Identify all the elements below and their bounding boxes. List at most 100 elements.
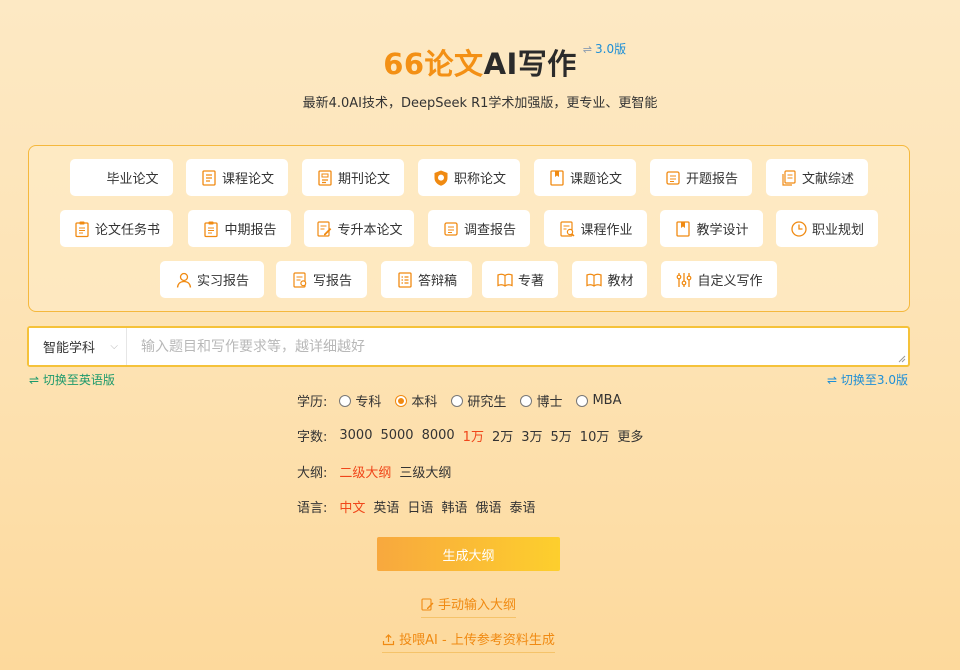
type-btn-upgrade-paper[interactable]: 专升本论文 [304,210,414,247]
list-document-icon [396,271,414,289]
upload-reference-link[interactable]: 投喂AI - 上传参考资料生成 [382,629,555,653]
type-btn-midterm-report[interactable]: 中期报告 [188,210,291,247]
word-count-option[interactable]: 2万 [492,426,513,445]
manual-outline-link-wrap: 手动输入大纲 [0,594,937,618]
type-btn-career-planning[interactable]: 职业规划 [776,210,878,247]
type-btn-course-paper[interactable]: 课程论文 [186,159,288,196]
language-option[interactable]: 泰语 [509,497,535,516]
type-btn-label: 答辩稿 [417,274,457,289]
book-icon [585,271,603,289]
radio-dot [451,394,464,407]
page-header: 66论文AI写作 ⇌ 3.0版 最新4.0AI技术，DeepSeek R1学术加强… [0,42,960,111]
title-wrap: 66论文AI写作 ⇌ 3.0版 [383,42,626,84]
type-btn-label: 课程论文 [221,172,274,187]
type-btn-custom-writing[interactable]: 自定义写作 [661,261,777,298]
type-btn-label: 开题报告 [685,172,738,187]
type-btn-label: 职业规划 [811,223,864,238]
brand-name: 66论文 [383,47,484,81]
radio-dot [520,394,533,407]
type-btn-label: 实习报告 [196,274,249,289]
word-count-option[interactable]: 8000 [422,428,455,443]
switch-icon: ⇌ [582,43,593,56]
word-count-option[interactable]: 3000 [339,428,372,443]
outline-row: 大纲: 二级大纲 三级大纲 [297,462,459,481]
word-count-row: 字数: 3000 5000 8000 1万 2万 3万 5万 10万 更多 [297,426,651,445]
resize-grip-icon[interactable] [898,355,906,363]
outline-option-selected[interactable]: 二级大纲 [339,462,391,481]
documents-icon [780,169,798,187]
type-btn-literature-review[interactable]: 文献综述 [766,159,868,196]
outline-option[interactable]: 三级大纲 [399,462,451,481]
word-count-option[interactable]: 10万 [580,426,610,445]
type-btn-label: 自定义写作 [697,274,763,289]
language-option[interactable]: 日语 [407,497,433,516]
type-btn-thesis[interactable]: 毕业论文 [70,159,173,196]
radio-zhuanke[interactable]: 专科 [339,391,381,410]
radio-doctor[interactable]: 博士 [520,391,562,410]
manual-outline-label: 手动输入大纲 [437,598,516,613]
radio-label: 专科 [355,395,382,410]
type-btn-monograph[interactable]: 专著 [482,261,558,298]
type-btn-survey-report[interactable]: 调查报告 [428,210,530,247]
switch-english-link[interactable]: ⇌ 切换至英语版 [29,371,115,388]
language-option[interactable]: 俄语 [475,497,501,516]
survey-icon [442,220,460,238]
bookmark-icon [674,220,692,238]
journal-icon [316,169,334,187]
type-btn-label: 毕业论文 [106,172,159,187]
document-icon [200,169,218,187]
radio-label: MBA [592,393,622,408]
subject-select[interactable]: 智能学科 ⌵ [29,328,127,365]
language-label: 语言: [297,501,328,516]
badge-icon [432,169,450,187]
switch-v3-link[interactable]: ⇌ 切换至3.0版 [827,371,908,388]
type-btn-label: 教学设计 [696,223,749,238]
education-row: 学历: 专科 本科 研究生 博士 MBA [297,391,635,410]
word-count-option[interactable]: 更多 [617,426,643,445]
word-count-option[interactable]: 3万 [521,426,542,445]
edit-document-icon [315,220,333,238]
word-count-option-selected[interactable]: 1万 [463,426,484,445]
version-switch-link[interactable]: ⇌ 3.0版 [583,40,626,57]
paper-type-panel: 毕业论文 课程论文 期刊论文 职称论文 课题论文 开题报告 文献综述 论文任务书… [28,145,910,312]
generate-outline-button[interactable]: 生成大纲 [377,537,560,571]
word-count-option[interactable]: 5000 [380,428,413,443]
type-btn-course-homework[interactable]: 课程作业 [544,210,647,247]
radio-label: 研究生 [467,395,507,410]
type-btn-label: 调查报告 [463,223,516,238]
type-btn-label: 文献综述 [801,172,854,187]
type-btn-task-book[interactable]: 论文任务书 [60,210,173,247]
radio-label: 本科 [411,395,438,410]
type-btn-write-report[interactable]: 写报告 [276,261,367,298]
type-btn-project-paper[interactable]: 课题论文 [534,159,636,196]
clock-icon [790,220,808,238]
type-btn-label: 专著 [517,274,544,289]
language-option[interactable]: 英语 [373,497,399,516]
topic-input[interactable] [127,328,908,365]
type-btn-internship-report[interactable]: 实习报告 [160,261,264,298]
radio-benke[interactable]: 本科 [395,391,437,410]
write-document-icon [291,271,309,289]
type-btn-defense-speech[interactable]: 答辩稿 [381,261,472,298]
type-btn-journal-paper[interactable]: 期刊论文 [302,159,404,196]
type-btn-label: 课题论文 [569,172,622,187]
manual-outline-link[interactable]: 手动输入大纲 [420,594,516,618]
language-option[interactable]: 韩语 [441,497,467,516]
sliders-icon [675,271,693,289]
type-btn-label: 教材 [607,274,634,289]
version-label: 3.0版 [595,42,627,56]
word-count-option[interactable]: 5万 [551,426,572,445]
clipboard-icon [202,220,220,238]
type-btn-opening-report[interactable]: 开题报告 [650,159,752,196]
radio-graduate[interactable]: 研究生 [451,391,506,410]
radio-mba[interactable]: MBA [576,393,621,408]
type-btn-label: 写报告 [312,274,352,289]
subject-select-value: 智能学科 [43,341,96,356]
type-btn-textbook[interactable]: 教材 [572,261,647,298]
radio-dot [339,394,352,407]
type-btn-teaching-design[interactable]: 教学设计 [660,210,763,247]
type-btn-title-paper[interactable]: 职称论文 [418,159,520,196]
word-count-label: 字数: [297,430,328,445]
language-option-selected[interactable]: 中文 [339,497,365,516]
upload-icon [383,634,395,646]
